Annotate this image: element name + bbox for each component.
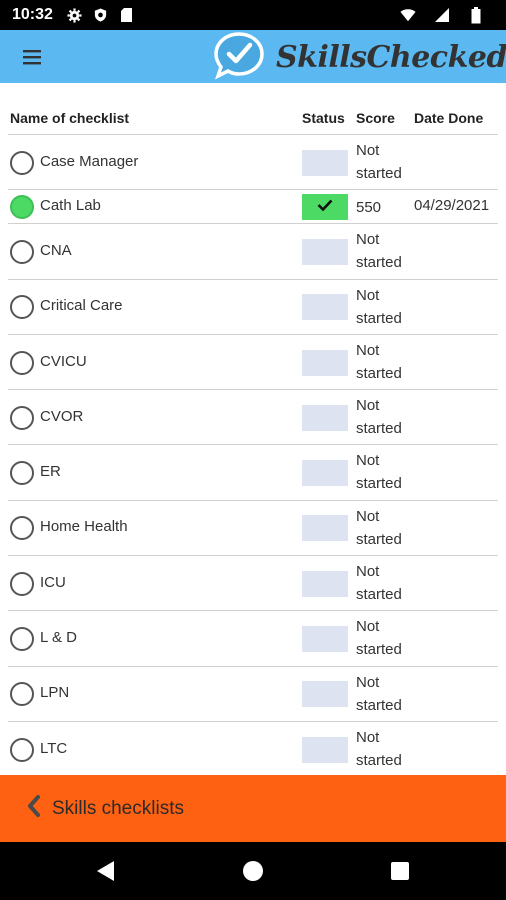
table-row[interactable]: Cath Lab 550 04/29/2021 (8, 190, 498, 225)
row-radio[interactable] (10, 195, 34, 220)
row-status-box (302, 238, 348, 265)
app-bar: SkillsChecked (0, 30, 506, 83)
battery-icon (468, 6, 484, 23)
app-title: SkillsChecked (276, 39, 506, 75)
system-nav-bar (0, 842, 506, 900)
status-right (400, 6, 494, 23)
back-to-checklists-button[interactable]: Skills checklists (26, 794, 184, 823)
row-score: Not started (356, 728, 402, 769)
row-status-box (302, 681, 348, 708)
row-radio[interactable] (10, 295, 34, 320)
table-row[interactable]: LTC Not started (8, 722, 498, 775)
row-score: Not started (356, 341, 402, 382)
row-radio[interactable] (10, 350, 34, 375)
checklist-rows: Case Manager Not started Cath Lab 550 04/29/… (0, 135, 506, 775)
row-name: L & D (40, 629, 77, 647)
table-row[interactable]: CNA Not started (8, 224, 498, 280)
row-name: CNA (40, 241, 72, 259)
table-row[interactable]: CVICU Not started (8, 335, 498, 391)
row-status-box (302, 626, 348, 653)
row-radio[interactable] (10, 627, 34, 652)
row-radio[interactable] (10, 405, 34, 430)
table-row[interactable]: ER Not started (8, 445, 498, 501)
row-score: 550 (356, 199, 382, 217)
row-name: LPN (40, 684, 70, 702)
row-radio[interactable] (10, 682, 34, 707)
row-status-box (302, 149, 348, 176)
row-status-box (302, 349, 348, 376)
gear-icon (67, 7, 83, 23)
row-score: Not started (356, 286, 402, 327)
row-radio[interactable] (10, 150, 34, 175)
table-row[interactable]: Critical Care Not started (8, 280, 498, 335)
row-score: Not started (356, 142, 402, 182)
wifi-icon (400, 7, 416, 23)
table-header: Name of checklist Status Score Date Done (8, 83, 498, 135)
shield-icon (93, 7, 109, 23)
app-logo: SkillsChecked (212, 31, 506, 81)
row-date: 04/29/2021 (414, 197, 490, 215)
row-radio[interactable] (10, 516, 34, 541)
footer-bar[interactable]: Skills checklists (0, 775, 506, 842)
table-row[interactable]: L & D Not started (8, 611, 498, 667)
table-row[interactable]: Home Health Not started (8, 501, 498, 557)
row-status-box (302, 404, 348, 431)
row-score: Not started (356, 452, 402, 493)
row-status-box (302, 294, 348, 321)
row-status-box (302, 460, 348, 487)
row-name: ICU (40, 573, 66, 591)
status-bar: 10:32 (0, 0, 506, 30)
checkmark-icon (317, 198, 333, 216)
row-name: Critical Care (40, 297, 123, 315)
row-status-box (302, 570, 348, 597)
hamburger-menu-icon[interactable] (0, 30, 64, 83)
row-radio[interactable] (10, 239, 34, 264)
table-row[interactable]: LPN Not started (8, 667, 498, 722)
back-triangle-icon[interactable] (94, 859, 118, 883)
row-radio[interactable] (10, 461, 34, 486)
row-status-box (302, 515, 348, 542)
row-name: CVICU (40, 352, 87, 370)
row-name: CVOR (40, 407, 84, 425)
recents-square-icon[interactable] (388, 859, 412, 883)
row-name: LTC (40, 739, 68, 757)
row-radio[interactable] (10, 737, 34, 762)
row-score: Not started (356, 618, 402, 659)
checkmark-bubble-icon (212, 30, 266, 85)
row-name: Cath Lab (40, 197, 101, 215)
row-score: Not started (356, 231, 402, 272)
checklist-table: Name of checklist Status Score Date Done… (0, 83, 506, 775)
row-score: Not started (356, 673, 402, 714)
table-row[interactable]: Case Manager Not started (8, 135, 498, 191)
header-status: Status (302, 110, 345, 126)
status-time: 10:32 (12, 6, 53, 23)
header-date: Date Done (414, 110, 484, 126)
row-score: Not started (356, 507, 402, 548)
row-score: Not started (356, 397, 402, 438)
sd-card-icon (119, 7, 135, 23)
chevron-left-icon (26, 794, 42, 823)
row-name: Home Health (40, 518, 128, 536)
footer-label: Skills checklists (52, 797, 184, 819)
signal-icon (434, 7, 450, 23)
home-circle-icon[interactable] (241, 859, 265, 883)
table-row[interactable]: ICU Not started (8, 556, 498, 612)
row-score: Not started (356, 563, 402, 604)
row-radio[interactable] (10, 571, 34, 596)
header-name: Name of checklist (10, 110, 130, 126)
row-status-box (302, 736, 348, 763)
header-score: Score (356, 110, 395, 126)
row-status-box (302, 194, 348, 221)
row-name: Case Manager (40, 152, 139, 170)
row-name: ER (40, 463, 61, 481)
table-row[interactable]: CVOR Not started (8, 390, 498, 446)
